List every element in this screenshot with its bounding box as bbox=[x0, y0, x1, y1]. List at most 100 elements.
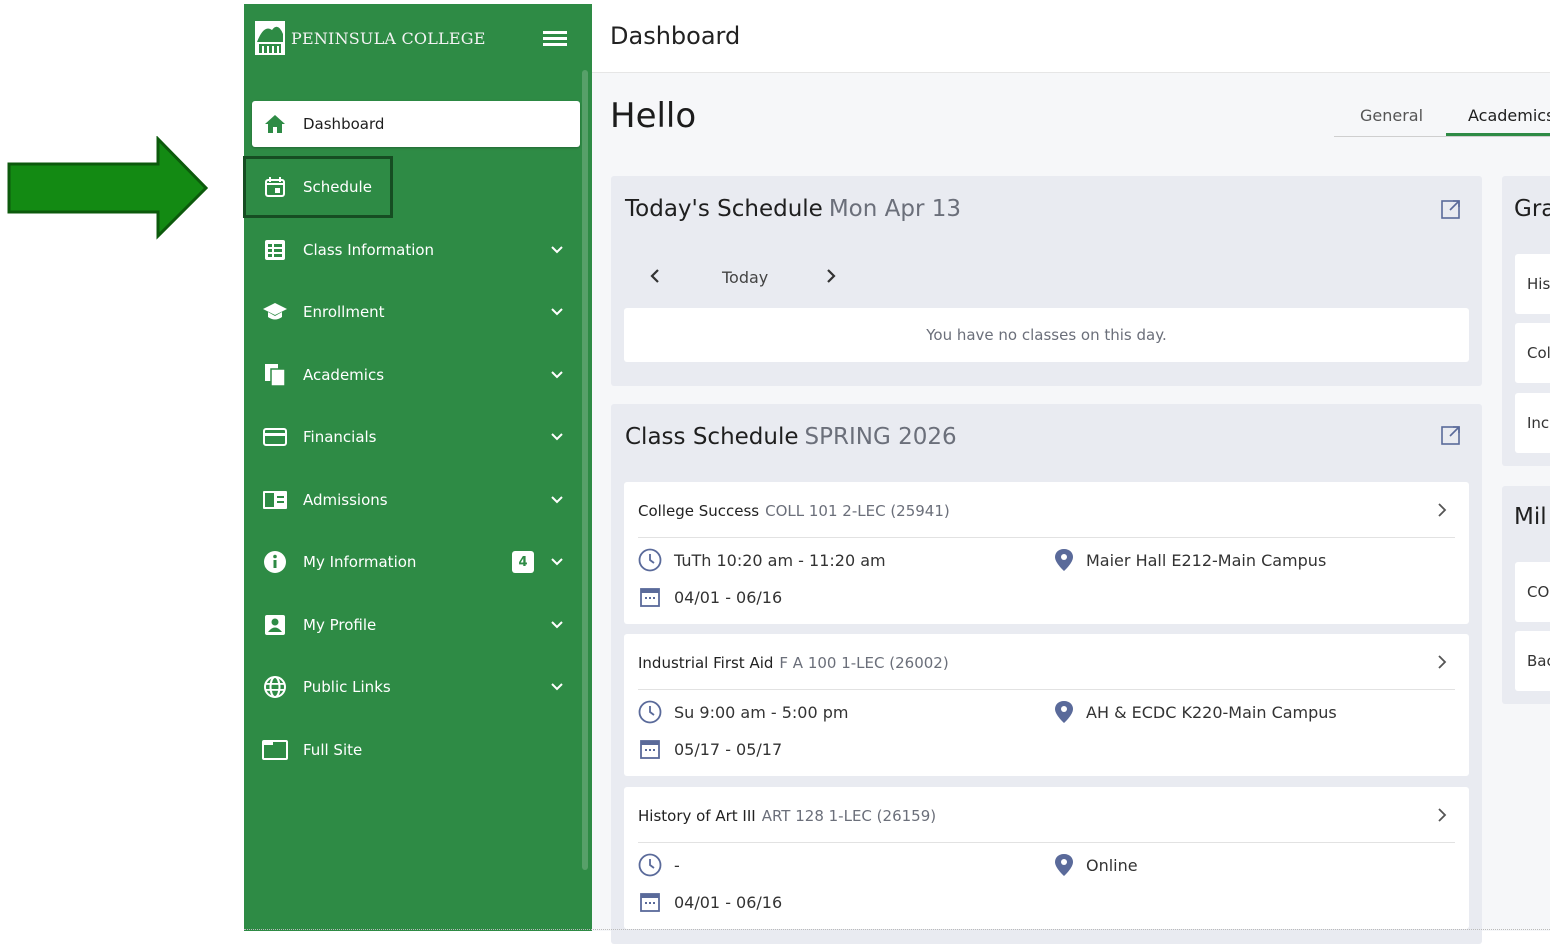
previous-day-button[interactable] bbox=[648, 268, 662, 284]
college-logo-icon bbox=[255, 21, 285, 55]
chevron-right-icon[interactable] bbox=[1435, 502, 1449, 518]
class-name: College Success bbox=[638, 502, 760, 520]
chevron-right-icon[interactable] bbox=[1435, 807, 1449, 823]
class-code: COLL 101 2-LEC (25941) bbox=[765, 502, 950, 520]
chevron-down-icon bbox=[551, 308, 563, 316]
class-time-row: TuTh 10:20 am - 11:20 am bbox=[638, 548, 886, 572]
class-location-row: AH & ECDC K220-Main Campus bbox=[1054, 700, 1337, 724]
documents-icon bbox=[262, 362, 288, 388]
class-heading: History of Art III ART 128 1-LEC (26159) bbox=[638, 807, 936, 825]
class-time-row: - bbox=[638, 853, 680, 877]
globe-icon bbox=[262, 674, 288, 700]
tab-general[interactable]: General bbox=[1360, 106, 1423, 125]
sidebar-item-my-profile[interactable]: My Profile bbox=[252, 602, 580, 648]
tab-academics[interactable]: Academics bbox=[1468, 106, 1550, 125]
todays-schedule-date: Mon Apr 13 bbox=[828, 196, 961, 222]
location-pin-icon bbox=[1055, 854, 1073, 876]
milestone-item[interactable]: CO bbox=[1515, 562, 1550, 622]
calendar-icon bbox=[640, 740, 660, 759]
annotation-arrow bbox=[7, 136, 209, 240]
calendar-icon bbox=[640, 893, 660, 912]
class-item[interactable]: Industrial First Aid F A 100 1-LEC (26002… bbox=[624, 634, 1469, 776]
chevron-right-icon[interactable] bbox=[1435, 654, 1449, 670]
sidebar-item-label: My Information bbox=[303, 553, 417, 571]
sidebar-item-my-information[interactable]: My Information 4 bbox=[252, 539, 580, 585]
class-heading: College Success COLL 101 2-LEC (25941) bbox=[638, 502, 950, 520]
greeting: Hello bbox=[610, 96, 697, 136]
chevron-down-icon bbox=[551, 433, 563, 441]
class-location: Maier Hall E212-Main Campus bbox=[1086, 550, 1327, 570]
class-name: Industrial First Aid bbox=[638, 654, 774, 672]
window-icon bbox=[262, 737, 288, 763]
next-day-button[interactable] bbox=[824, 268, 838, 284]
chevron-down-icon bbox=[551, 621, 563, 629]
open-external-icon[interactable] bbox=[1440, 198, 1462, 220]
info-icon bbox=[262, 549, 288, 575]
sidebar-item-label: Class Information bbox=[303, 241, 435, 259]
class-dates: 05/17 - 05/17 bbox=[674, 739, 783, 759]
sidebar-item-academics[interactable]: Academics bbox=[252, 352, 580, 398]
grades-item[interactable]: His bbox=[1515, 254, 1550, 314]
sidebar-item-full-site[interactable]: Full Site bbox=[252, 727, 580, 773]
class-location-row: Maier Hall E212-Main Campus bbox=[1054, 548, 1326, 572]
sidebar: PENINSULA COLLEGE Dashboard Schedule Cla… bbox=[244, 4, 592, 931]
class-location-row: Online bbox=[1054, 853, 1138, 877]
hamburger-menu-icon[interactable] bbox=[541, 28, 569, 48]
sidebar-item-label: Public Links bbox=[303, 678, 391, 696]
grades-item[interactable]: Inc bbox=[1515, 393, 1550, 453]
class-heading: Industrial First Aid F A 100 1-LEC (26002… bbox=[638, 654, 949, 672]
no-classes-message: You have no classes on this day. bbox=[624, 308, 1469, 362]
class-dates: 04/01 - 06/16 bbox=[674, 587, 783, 607]
class-time: Su 9:00 am - 5:00 pm bbox=[674, 702, 849, 722]
sidebar-item-enrollment[interactable]: Enrollment bbox=[252, 289, 580, 335]
class-item[interactable]: History of Art III ART 128 1-LEC (26159) … bbox=[624, 787, 1469, 929]
list-icon bbox=[262, 237, 288, 263]
grades-item[interactable]: Col bbox=[1515, 323, 1550, 383]
user-icon bbox=[262, 612, 288, 638]
schedule-highlight-box bbox=[243, 156, 393, 218]
day-navigation: Today bbox=[648, 264, 848, 294]
chevron-down-icon bbox=[551, 558, 563, 566]
sidebar-item-class-information[interactable]: Class Information bbox=[252, 227, 580, 273]
class-time-row: Su 9:00 am - 5:00 pm bbox=[638, 700, 849, 724]
sidebar-item-label: My Profile bbox=[303, 616, 377, 634]
chevron-down-icon bbox=[551, 496, 563, 504]
sidebar-item-admissions[interactable]: Admissions bbox=[252, 477, 580, 523]
class-item[interactable]: College Success COLL 101 2-LEC (25941) Tu… bbox=[624, 482, 1469, 624]
college-logo[interactable]: PENINSULA COLLEGE bbox=[254, 18, 486, 58]
page-border-bottom bbox=[244, 929, 1550, 930]
class-schedule-title: Class Schedule SPRING 2026 bbox=[625, 424, 957, 450]
clock-icon bbox=[638, 548, 662, 572]
class-time: TuTh 10:20 am - 11:20 am bbox=[674, 550, 886, 570]
class-time: - bbox=[674, 855, 680, 875]
class-dates: 04/01 - 06/16 bbox=[674, 892, 783, 912]
sidebar-item-label: Admissions bbox=[303, 491, 388, 509]
card-title-text: Class Schedule bbox=[625, 424, 799, 450]
sidebar-item-financials[interactable]: Financials bbox=[252, 414, 580, 460]
class-schedule-term: SPRING 2026 bbox=[804, 424, 957, 450]
brand-name: PENINSULA COLLEGE bbox=[291, 28, 486, 48]
sidebar-item-label: Dashboard bbox=[303, 115, 385, 133]
class-name: History of Art III bbox=[638, 807, 756, 825]
today-button[interactable]: Today bbox=[722, 268, 768, 287]
sidebar-item-public-links[interactable]: Public Links bbox=[252, 664, 580, 710]
sidebar-item-label: Enrollment bbox=[303, 303, 385, 321]
class-dates-row: 04/01 - 06/16 bbox=[638, 891, 782, 913]
sidebar-scrollbar[interactable] bbox=[582, 70, 588, 870]
open-external-icon[interactable] bbox=[1440, 424, 1462, 446]
todays-schedule-title: Today's Schedule Mon Apr 13 bbox=[625, 196, 961, 222]
milestone-item[interactable]: Bac bbox=[1515, 631, 1550, 691]
location-pin-icon bbox=[1055, 549, 1073, 571]
class-location: Online bbox=[1086, 855, 1138, 875]
divider bbox=[638, 537, 1455, 538]
page-title: Dashboard bbox=[610, 22, 741, 50]
sidebar-item-dashboard[interactable]: Dashboard bbox=[252, 101, 580, 147]
top-bar: Dashboard bbox=[592, 4, 1550, 73]
notification-badge: 4 bbox=[512, 551, 534, 573]
location-pin-icon bbox=[1055, 701, 1073, 723]
dashboard-tabs: General Academics bbox=[1334, 100, 1550, 137]
class-code: F A 100 1-LEC (26002) bbox=[779, 654, 949, 672]
grades-card-title: Gra bbox=[1514, 196, 1550, 222]
class-location: AH & ECDC K220-Main Campus bbox=[1086, 702, 1337, 722]
milestones-card-title: Mil bbox=[1514, 504, 1547, 530]
